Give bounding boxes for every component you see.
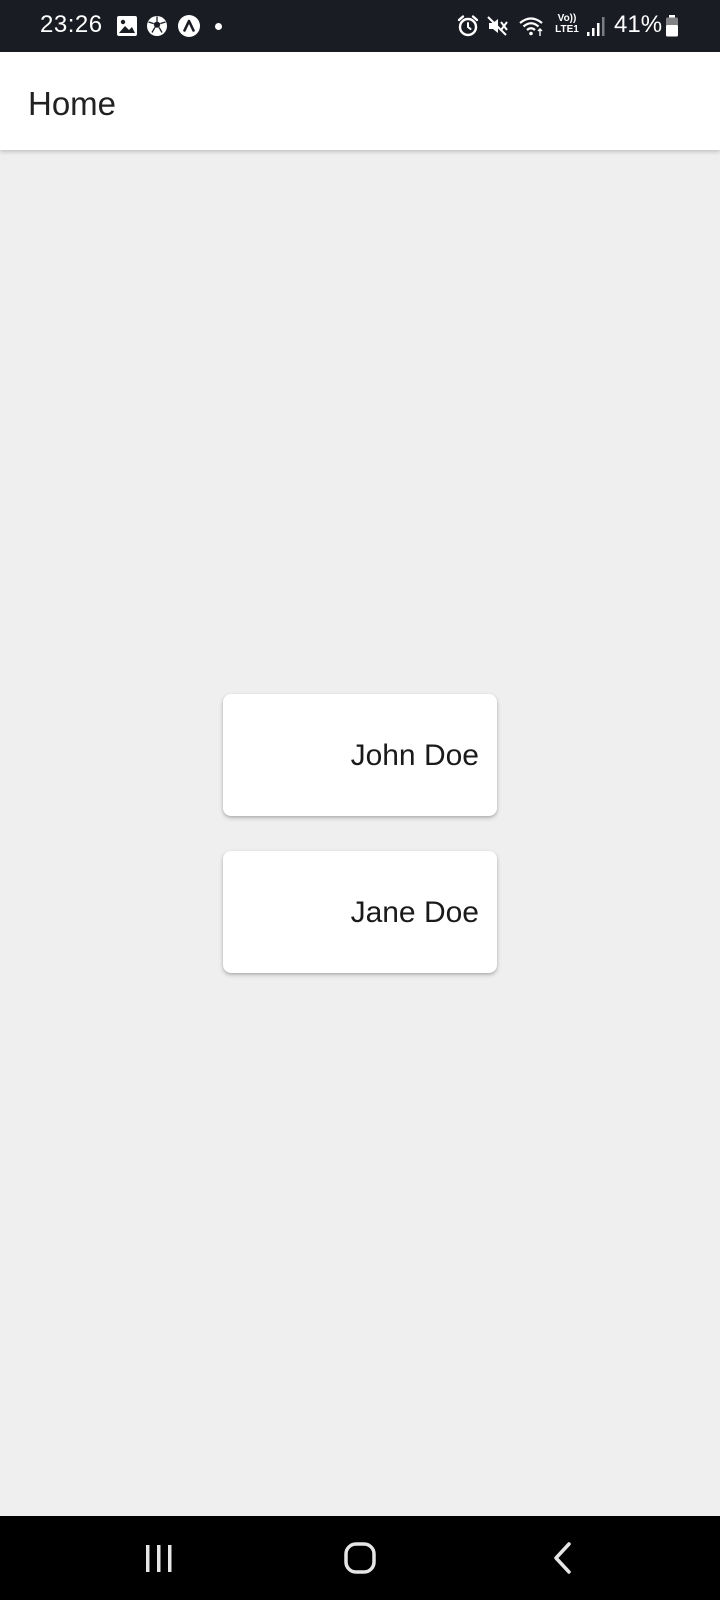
wifi-icon [519, 17, 543, 36]
recents-icon[interactable] [139, 1538, 179, 1578]
more-notifications-dot [215, 23, 222, 30]
volte-bottom-label: LTE1 [555, 24, 579, 35]
volte-top-label: Vo)) [557, 13, 577, 24]
card-john-doe[interactable]: John Doe [223, 694, 497, 816]
card-jane-doe[interactable]: Jane Doe [223, 851, 497, 973]
status-time: 23:26 [40, 11, 103, 38]
app-notification-icon [178, 15, 200, 37]
card-label: John Doe [350, 739, 479, 772]
navigation-bar [0, 1516, 720, 1600]
battery-icon [666, 15, 678, 37]
soccer-ball-icon [147, 16, 167, 36]
alarm-icon [457, 15, 479, 37]
card-label: Jane Doe [350, 896, 479, 929]
signal-icon [587, 17, 605, 36]
app-bar: Home [0, 52, 720, 150]
page-title: Home [28, 85, 117, 122]
home-icon[interactable] [340, 1538, 380, 1578]
gallery-icon [117, 16, 137, 36]
back-icon[interactable] [543, 1538, 583, 1578]
mute-icon [487, 16, 508, 36]
battery-percent: 41% [614, 11, 663, 38]
status-bar: 23:26 Vo)) LTE1 41% [0, 0, 720, 52]
volte-icon: Vo)) LTE1 [553, 13, 581, 39]
